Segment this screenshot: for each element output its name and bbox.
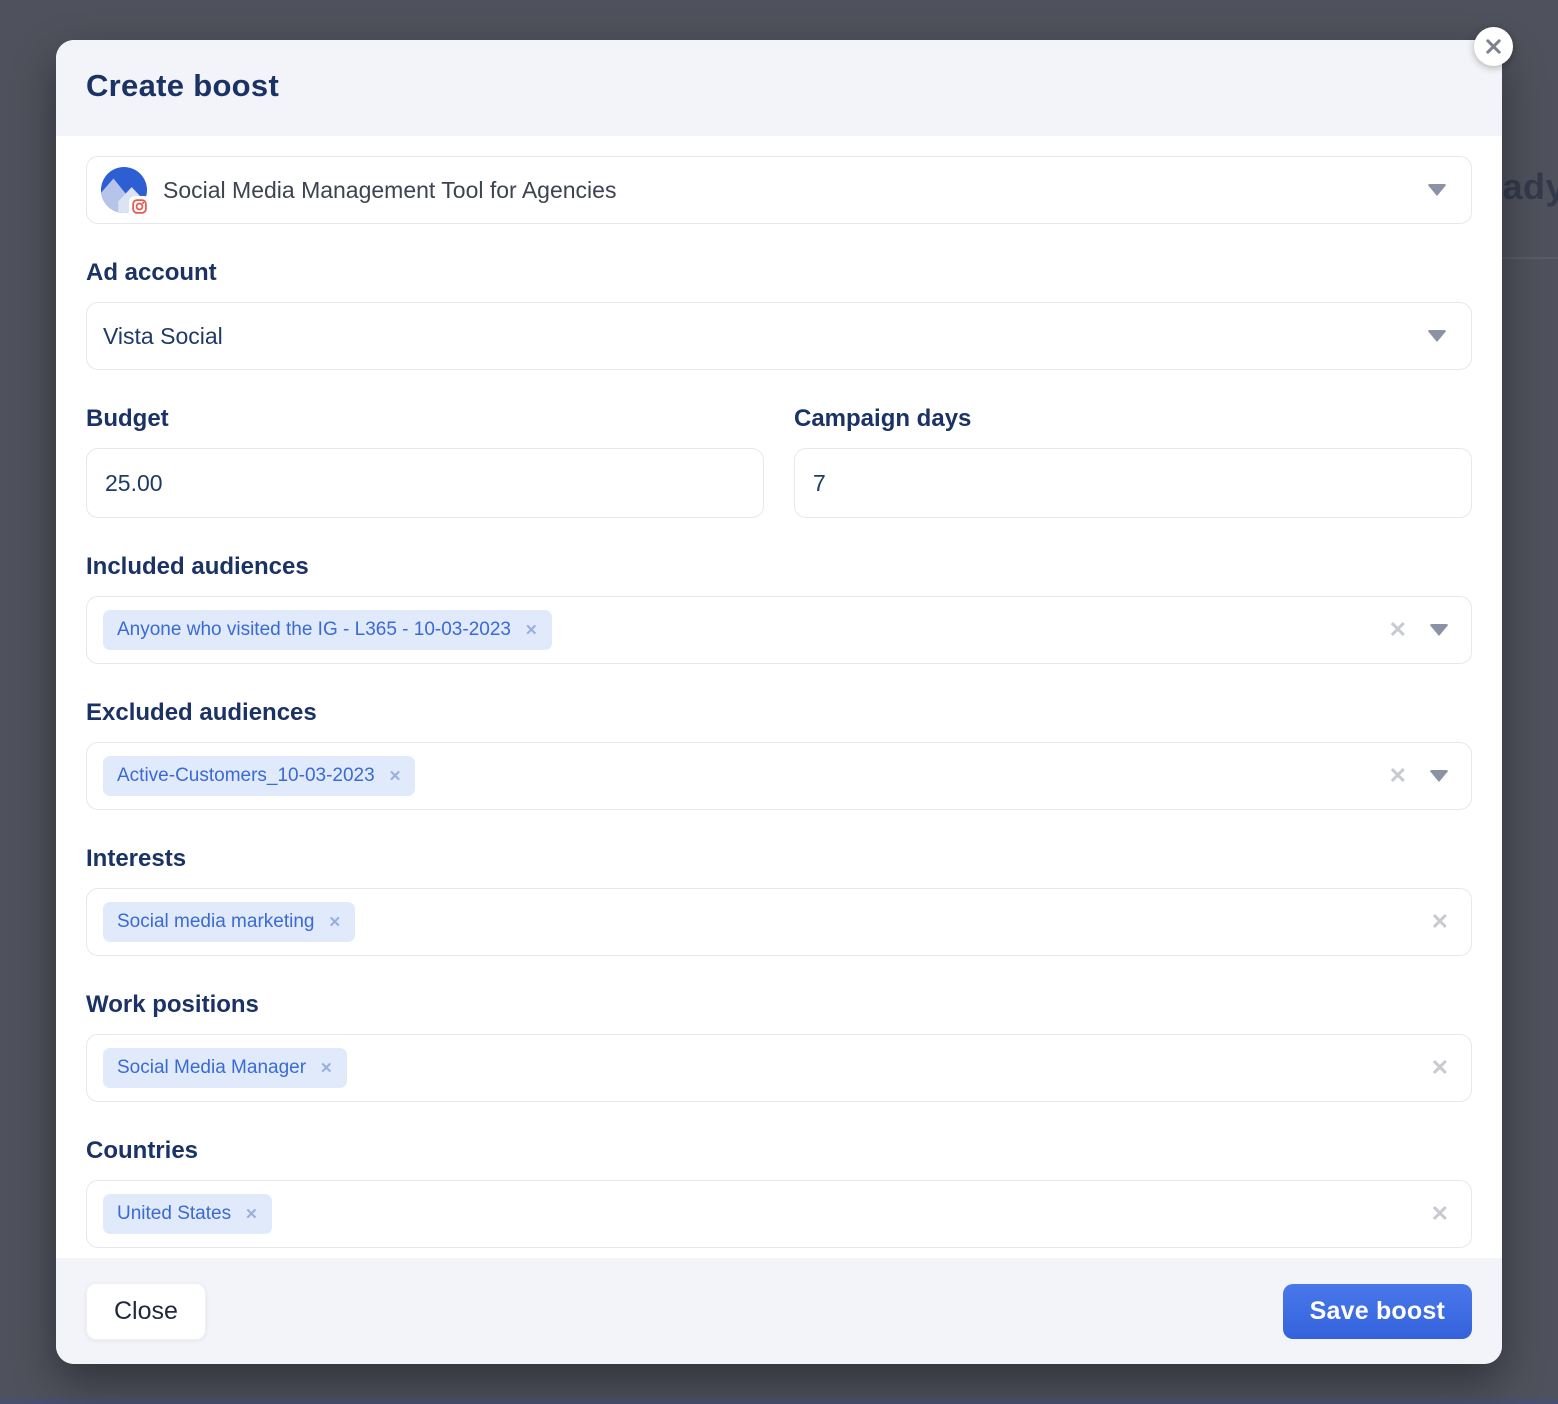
chevron-down-icon[interactable] [1429, 624, 1449, 636]
field-actions: ✕ [1389, 619, 1449, 641]
clear-icon[interactable]: ✕ [1389, 619, 1407, 641]
excluded-audiences-label: Excluded audiences [86, 698, 1472, 728]
tag-remove-icon[interactable]: ✕ [328, 913, 341, 931]
field-countries: Countries United States ✕ ✕ [86, 1136, 1472, 1248]
field-budget: Budget [86, 404, 764, 518]
clear-icon[interactable]: ✕ [1431, 911, 1449, 933]
profile-select[interactable]: Social Media Management Tool for Agencie… [86, 156, 1472, 224]
countries-input[interactable]: United States ✕ ✕ [86, 1180, 1472, 1248]
work-positions-label: Work positions [86, 990, 1472, 1020]
tag-remove-icon[interactable]: ✕ [320, 1059, 333, 1077]
budget-label: Budget [86, 404, 764, 434]
field-excluded-audiences: Excluded audiences Active-Customers_10-0… [86, 698, 1472, 810]
profile-avatar [101, 167, 147, 213]
work-position-tag-label: Social Media Manager [117, 1057, 306, 1079]
create-boost-modal: Create boost [56, 40, 1502, 1364]
excluded-audiences-input[interactable]: Active-Customers_10-03-2023 ✕ ✕ [86, 742, 1472, 810]
instagram-icon [129, 196, 150, 217]
close-icon[interactable] [1474, 27, 1513, 66]
field-campaign-days: Campaign days [794, 404, 1472, 518]
campaign-days-input[interactable] [794, 448, 1472, 518]
chevron-down-icon [1427, 330, 1447, 342]
profile-select-value: Social Media Management Tool for Agencie… [163, 177, 616, 204]
x-glyph [1485, 38, 1502, 55]
field-actions: ✕ [1431, 911, 1449, 933]
interest-tag: Social media marketing ✕ [103, 902, 355, 942]
tag-remove-icon[interactable]: ✕ [525, 621, 538, 639]
field-actions: ✕ [1431, 1203, 1449, 1225]
country-tag-label: United States [117, 1203, 231, 1225]
work-positions-input[interactable]: Social Media Manager ✕ ✕ [86, 1034, 1472, 1102]
countries-label: Countries [86, 1136, 1472, 1166]
tag-remove-icon[interactable]: ✕ [389, 767, 402, 785]
country-tag: United States ✕ [103, 1194, 272, 1234]
field-actions: ✕ [1389, 765, 1449, 787]
interests-input[interactable]: Social media marketing ✕ ✕ [86, 888, 1472, 956]
modal-header: Create boost [56, 40, 1502, 136]
budget-row: Budget Campaign days [86, 404, 1472, 518]
audience-tag: Active-Customers_10-03-2023 ✕ [103, 756, 415, 796]
chevron-down-icon[interactable] [1429, 770, 1449, 782]
interests-label: Interests [86, 844, 1472, 874]
audience-tag: Anyone who visited the IG - L365 - 10-03… [103, 610, 552, 650]
field-work-positions: Work positions Social Media Manager ✕ ✕ [86, 990, 1472, 1102]
interest-tag-label: Social media marketing [117, 911, 314, 933]
background-divider [1500, 257, 1558, 259]
field-actions: ✕ [1431, 1057, 1449, 1079]
chevron-down-icon [1427, 184, 1447, 196]
campaign-days-label: Campaign days [794, 404, 1472, 434]
close-button[interactable]: Close [86, 1283, 206, 1340]
included-audiences-input[interactable]: Anyone who visited the IG - L365 - 10-03… [86, 596, 1472, 664]
background-bottom-bar [0, 1399, 1558, 1404]
ad-account-label: Ad account [86, 258, 1472, 288]
modal-body: Social Media Management Tool for Agencie… [56, 136, 1502, 1258]
audience-tag-label: Anyone who visited the IG - L365 - 10-03… [117, 619, 511, 641]
clear-icon[interactable]: ✕ [1389, 765, 1407, 787]
clear-icon[interactable]: ✕ [1431, 1057, 1449, 1079]
field-ad-account: Ad account Vista Social [86, 258, 1472, 370]
ad-account-select[interactable]: Vista Social [86, 302, 1472, 370]
budget-input[interactable] [86, 448, 764, 518]
work-position-tag: Social Media Manager ✕ [103, 1048, 347, 1088]
field-interests: Interests Social media marketing ✕ ✕ [86, 844, 1472, 956]
included-audiences-label: Included audiences [86, 552, 1472, 582]
tag-remove-icon[interactable]: ✕ [245, 1205, 258, 1223]
audience-tag-label: Active-Customers_10-03-2023 [117, 765, 375, 787]
clear-icon[interactable]: ✕ [1431, 1203, 1449, 1225]
modal-footer: Close Save boost [56, 1258, 1502, 1364]
ad-account-value: Vista Social [103, 323, 223, 350]
page-title: Create boost [86, 68, 1472, 104]
save-boost-button[interactable]: Save boost [1283, 1284, 1472, 1339]
field-included-audiences: Included audiences Anyone who visited th… [86, 552, 1472, 664]
